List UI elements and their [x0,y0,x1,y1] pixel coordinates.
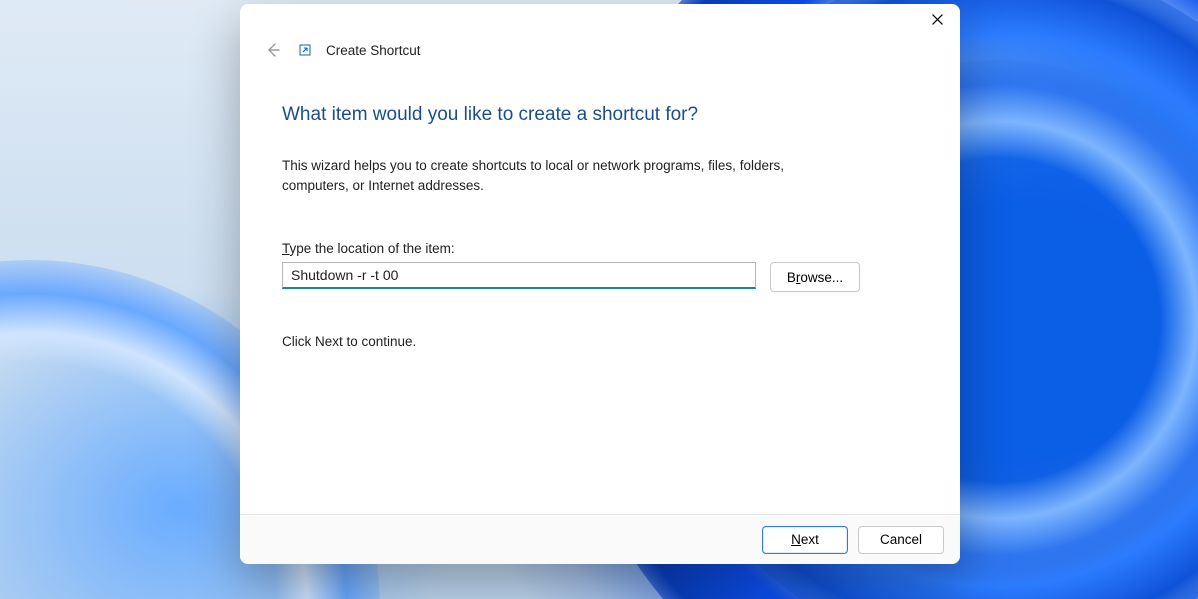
close-icon [932,14,943,25]
shortcut-icon [298,43,312,57]
cancel-button[interactable]: Cancel [858,526,944,554]
continue-hint: Click Next to continue. [282,334,918,349]
next-button[interactable]: Next [762,526,848,554]
location-label: Type the location of the item: [282,241,918,256]
create-shortcut-dialog: Create Shortcut What item would you like… [240,4,960,564]
titlebar [240,4,960,38]
location-input[interactable] [282,262,756,289]
dialog-description: This wizard helps you to create shortcut… [282,156,842,195]
location-row: Browse... [282,262,918,292]
close-button[interactable] [914,4,960,34]
dialog-title: Create Shortcut [326,43,421,58]
dialog-content: What item would you like to create a sho… [240,64,960,514]
desktop-background: Create Shortcut What item would you like… [0,0,1198,599]
dialog-footer: Next Cancel [240,514,960,564]
browse-button[interactable]: Browse... [770,262,860,292]
dialog-heading: What item would you like to create a sho… [282,104,918,126]
dialog-header: Create Shortcut [240,36,960,64]
back-button[interactable] [262,39,284,61]
back-arrow-icon [265,42,281,58]
